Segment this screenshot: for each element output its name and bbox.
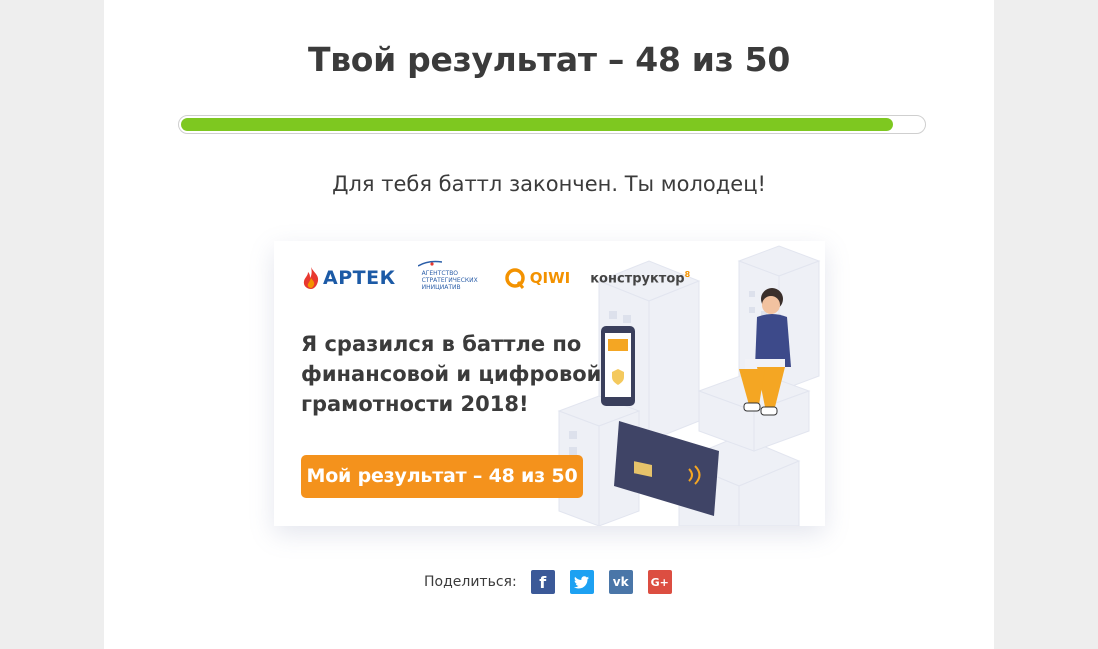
- share-card-text: Я сразился в баттле по финансовой и цифр…: [301, 332, 602, 416]
- artek-logo-text: АРТЕК: [323, 267, 396, 289]
- qiwi-circle-icon: [505, 268, 525, 289]
- vk-share-button[interactable]: vk: [608, 570, 633, 594]
- asi-logo-line1: Агентство: [421, 269, 459, 277]
- twitter-share-button[interactable]: [569, 570, 594, 594]
- asi-logo-line2: стратегических: [421, 276, 478, 284]
- share-label: Поделиться:: [424, 574, 517, 590]
- vk-icon: vk: [612, 575, 629, 589]
- qiwi-logo-text: QIWI: [529, 269, 571, 287]
- konstruktor-logo: конструктор8: [590, 270, 690, 286]
- konstruktor-logo-text: конструктор: [590, 271, 685, 287]
- score-progress-bar: [178, 115, 926, 134]
- partner-logos: АРТЕК Агентство стратегических инициатив: [302, 260, 690, 293]
- result-title: Твой результат – 48 из 50: [307, 40, 791, 79]
- twitter-icon: [574, 575, 590, 588]
- score-progress-fill: [181, 118, 894, 131]
- facebook-icon: f: [539, 572, 547, 592]
- flame-icon: [303, 267, 319, 289]
- asi-logo-line3: инициатив: [421, 283, 461, 291]
- qiwi-logo: QIWI: [504, 267, 570, 289]
- result-message: Для тебя баттл закончен. Ты молодец!: [332, 172, 766, 196]
- facebook-share-button[interactable]: f: [530, 570, 555, 594]
- share-card-image: АРТЕК Агентство стратегических инициатив: [274, 241, 825, 526]
- googleplus-icon: G+: [650, 575, 669, 589]
- artek-logo: АРТЕК: [302, 267, 396, 289]
- asi-logo: Агентство стратегических инициатив: [417, 260, 478, 291]
- asi-swoosh-icon: [417, 260, 442, 267]
- result-page: Твой результат – 48 из 50 Для тебя баттл…: [104, 0, 994, 649]
- googleplus-share-button[interactable]: G+: [647, 570, 672, 594]
- my-result-button: Мой результат – 48 из 50: [301, 455, 583, 498]
- share-bar: Поделиться: f vk G+: [424, 570, 687, 594]
- konstruktor-logo-sup: 8: [684, 269, 691, 279]
